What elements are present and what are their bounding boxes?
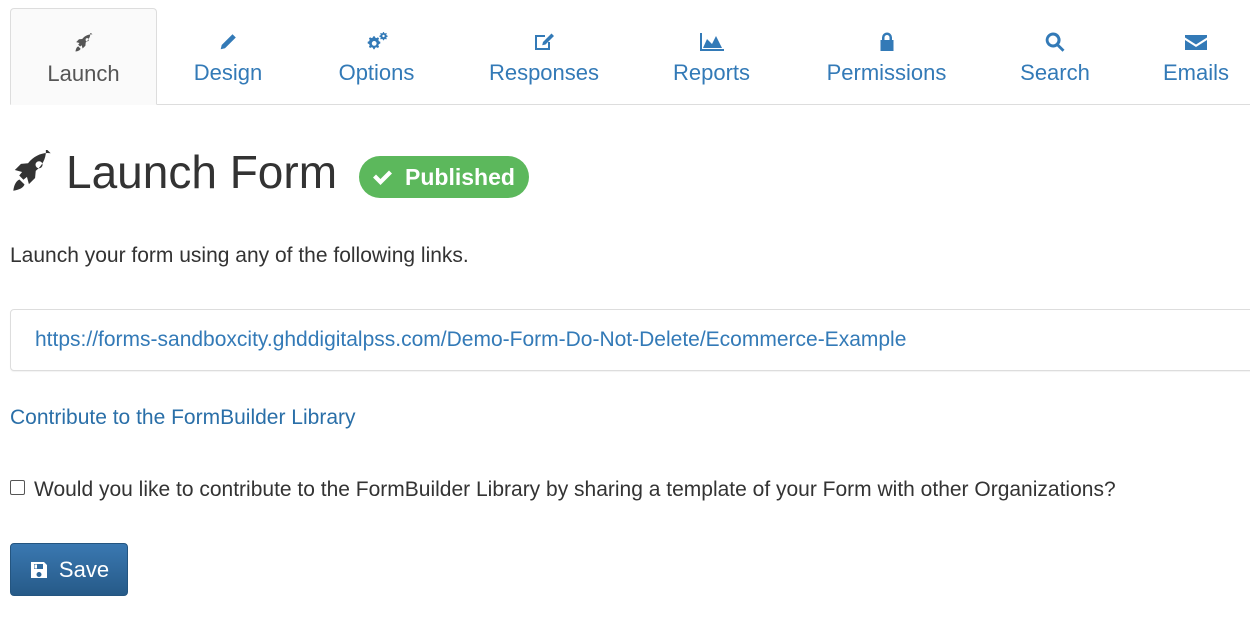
- form-link-panel: https://forms-sandboxcity.ghddigitalpss.…: [10, 309, 1250, 371]
- status-badge-label: Published: [405, 163, 515, 190]
- contribute-checkbox-label[interactable]: Would you like to contribute to the Form…: [34, 477, 1116, 503]
- tab-search[interactable]: Search: [984, 8, 1126, 104]
- page-header: Launch Form Published: [10, 140, 529, 204]
- tab-label: Launch: [47, 61, 120, 86]
- tab-responses[interactable]: Responses: [454, 8, 634, 104]
- tab-label: Permissions: [826, 60, 947, 85]
- tab-emails[interactable]: Emails: [1126, 8, 1250, 104]
- intro-text: Launch your form using any of the follow…: [10, 244, 469, 267]
- lock-icon: [789, 32, 984, 52]
- tab-design[interactable]: Design: [157, 8, 299, 104]
- area-chart-icon: [634, 32, 789, 52]
- tab-label: Search: [1020, 60, 1090, 85]
- rocket-icon: [10, 150, 54, 194]
- tab-label: Reports: [672, 60, 751, 85]
- tab-label: Emails: [1162, 60, 1229, 85]
- rocket-icon: [11, 33, 156, 53]
- tab-label: Responses: [488, 60, 600, 85]
- status-badge: Published: [359, 156, 529, 198]
- contribute-library-link[interactable]: Contribute to the FormBuilder Library: [10, 405, 356, 431]
- tab-reports[interactable]: Reports: [634, 8, 789, 104]
- page-title: Launch Form: [66, 146, 338, 198]
- form-tabs: Launch Design Options Responses Reports …: [10, 8, 1250, 105]
- check-icon: [373, 170, 393, 185]
- contribute-checkbox-row: Would you like to contribute to the Form…: [10, 477, 1116, 503]
- contribute-checkbox[interactable]: [10, 479, 25, 495]
- tab-label: Options: [338, 60, 415, 85]
- save-button-label: Save: [58, 556, 110, 582]
- tab-label: Design: [193, 60, 263, 85]
- envelope-icon: [1126, 32, 1250, 52]
- save-icon: [30, 561, 47, 578]
- gears-icon: [299, 32, 454, 52]
- search-icon: [984, 32, 1126, 52]
- tab-options[interactable]: Options: [299, 8, 454, 104]
- save-button[interactable]: Save: [10, 543, 128, 596]
- tab-launch[interactable]: Launch: [10, 8, 157, 105]
- pencil-icon: [157, 32, 299, 52]
- form-url-link[interactable]: https://forms-sandboxcity.ghddigitalpss.…: [35, 327, 906, 353]
- edit-icon: [454, 32, 634, 52]
- tab-permissions[interactable]: Permissions: [789, 8, 984, 104]
